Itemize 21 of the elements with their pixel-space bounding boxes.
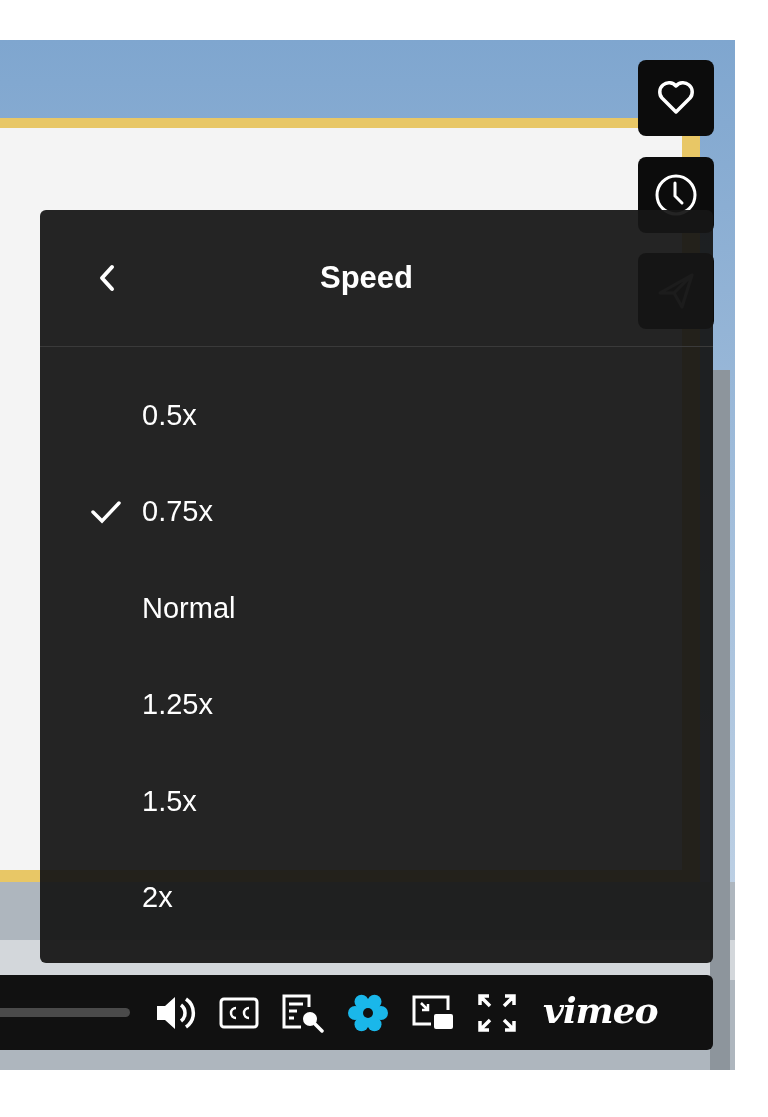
progress-track[interactable] — [0, 1008, 130, 1017]
speed-option[interactable]: 0.75x — [40, 463, 713, 560]
speed-option[interactable]: Normal — [40, 560, 713, 657]
heart-icon — [656, 80, 696, 116]
pip-button[interactable] — [411, 993, 455, 1032]
fullscreen-button[interactable] — [477, 992, 517, 1033]
like-button[interactable] — [638, 60, 714, 136]
cc-icon — [219, 996, 259, 1029]
captions-button[interactable] — [219, 996, 259, 1029]
document-search-icon — [281, 992, 325, 1033]
transcript-button[interactable] — [281, 992, 325, 1033]
fullscreen-icon — [477, 992, 517, 1033]
speed-option[interactable]: 1.25x — [40, 656, 713, 753]
back-button[interactable] — [98, 264, 116, 292]
picture-in-picture-icon — [411, 993, 455, 1032]
chevron-left-icon — [98, 264, 116, 292]
menu-title: Speed — [320, 260, 413, 296]
speed-option[interactable]: 2x — [40, 849, 713, 946]
speed-option[interactable]: 0.5x — [40, 367, 713, 464]
speed-option[interactable]: 1.5x — [40, 753, 713, 850]
vimeo-logo[interactable]: vimeo — [543, 991, 658, 1034]
